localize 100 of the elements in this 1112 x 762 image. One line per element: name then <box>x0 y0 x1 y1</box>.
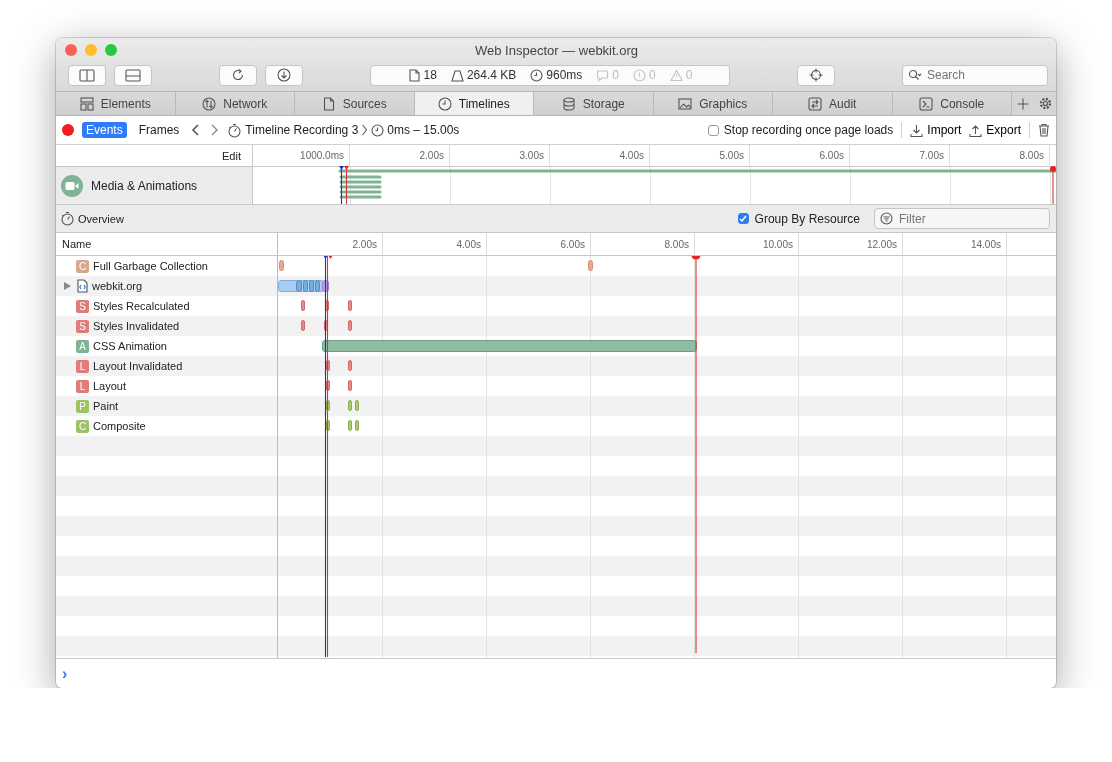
record-type-icon: L <box>76 359 89 373</box>
stopwatch-icon <box>227 122 243 138</box>
event-bar <box>326 380 330 391</box>
filter-icon <box>880 212 893 225</box>
tab[interactable]: Storage <box>534 92 654 115</box>
forward-icon[interactable] <box>209 123 220 137</box>
time-range[interactable]: 0ms – 15.00s <box>387 123 460 137</box>
event-bar <box>326 400 330 411</box>
reload-icon <box>231 68 245 82</box>
recording-name[interactable]: Timeline Recording 3 <box>245 123 359 137</box>
chevron-icon <box>361 123 369 137</box>
record-name[interactable]: Composite <box>93 420 146 432</box>
plus-icon[interactable] <box>1017 97 1029 110</box>
tab[interactable]: Audit <box>773 92 893 115</box>
dashboard-count: 0 <box>649 68 656 82</box>
tick-label: 3.00s <box>453 145 550 166</box>
console-prompt[interactable]: › <box>62 664 68 683</box>
record-name[interactable]: Styles Recalculated <box>93 300 190 312</box>
event-bar <box>355 420 359 431</box>
checkbox[interactable] <box>707 124 719 136</box>
tick-label: 2.00s <box>353 145 450 166</box>
event-bar <box>279 260 284 271</box>
close-button[interactable] <box>65 44 77 56</box>
time-marker-drawing <box>338 166 350 204</box>
event-bar <box>324 320 328 331</box>
filter-field[interactable]: Filter <box>874 208 1050 229</box>
mode-tab[interactable]: Frames <box>134 122 184 138</box>
inspect-button[interactable] <box>797 64 835 86</box>
import-icon <box>910 123 924 137</box>
tab[interactable]: Console <box>892 92 1012 115</box>
column-header[interactable]: Name <box>56 233 278 255</box>
zoom-button[interactable] <box>105 44 117 56</box>
reload-button[interactable] <box>219 64 257 86</box>
record-name[interactable]: Full Garbage Collection <box>93 260 208 272</box>
record-type-icon: P <box>76 399 89 413</box>
dock-side-button[interactable] <box>68 64 106 86</box>
tab[interactable]: Elements <box>56 92 176 115</box>
section-title: Overview <box>78 212 124 225</box>
event-bar <box>355 400 359 411</box>
record-name[interactable]: Styles Invalidated <box>93 320 180 332</box>
time-marker-drawing <box>1050 166 1056 204</box>
document-icon <box>321 96 336 111</box>
record-name[interactable]: CSS Animation <box>93 340 167 352</box>
checkbox-label: Group By Resource <box>754 211 860 226</box>
record-button[interactable] <box>62 124 74 136</box>
dashboard-count: 264.4 KB <box>466 68 517 82</box>
record-name[interactable]: Layout <box>93 380 127 392</box>
record-name[interactable]: webkit.org <box>92 280 143 292</box>
event-bar <box>348 320 352 331</box>
search-field[interactable]: Search <box>902 64 1048 86</box>
document-icon <box>407 68 421 82</box>
arrows-icon <box>808 96 823 111</box>
event-bar <box>348 400 352 411</box>
dashboard-count: 0 <box>685 68 693 82</box>
record-name[interactable]: Paint <box>93 400 119 412</box>
event-bar <box>588 260 593 271</box>
dashboard-count: 960ms <box>546 68 583 82</box>
event-bar <box>348 300 352 311</box>
dashboard-count: 0 <box>612 68 620 82</box>
warning-icon <box>669 68 683 82</box>
crosshair-icon <box>809 68 823 82</box>
tick-label: 8.00s <box>953 145 1050 166</box>
panel-icon <box>125 68 141 82</box>
import-button[interactable]: Import <box>910 123 962 137</box>
dashboard-count: 18 <box>423 68 437 82</box>
tick-label: 2.00s <box>278 233 383 255</box>
back-icon[interactable] <box>191 123 202 137</box>
tick-label: 5.00s <box>653 145 750 166</box>
settings-icon[interactable] <box>1038 97 1052 110</box>
event-bar <box>301 300 305 311</box>
clock-icon <box>437 96 452 111</box>
tab[interactable]: Sources <box>295 92 415 115</box>
checkbox[interactable] <box>737 213 749 224</box>
checkbox-label: Stop recording once page loads <box>723 123 894 137</box>
mode-tab[interactable]: Events <box>82 122 127 138</box>
record-type-icon: C <box>76 419 89 433</box>
tick-label: 6.00s <box>753 145 850 166</box>
layout-icon <box>79 96 94 111</box>
export-button[interactable]: Export <box>969 123 1021 137</box>
record-name[interactable]: Layout Invalidated <box>93 360 183 372</box>
clock-icon <box>371 123 385 137</box>
image-icon <box>678 96 693 111</box>
tab[interactable]: Timelines <box>414 92 534 115</box>
tick-label: 4.00s <box>553 145 650 166</box>
tab[interactable]: Graphics <box>653 92 773 115</box>
error-icon <box>633 68 647 82</box>
checkmark-icon <box>739 214 748 223</box>
search-icon <box>908 68 922 81</box>
download-button[interactable] <box>265 64 303 86</box>
tick-label: 7.00s <box>853 145 950 166</box>
trash-icon[interactable] <box>1038 123 1050 137</box>
dock-bottom-button[interactable] <box>114 64 152 86</box>
window-title: Web Inspector — webkit.org <box>473 42 640 58</box>
event-bar <box>326 360 330 371</box>
clock-icon <box>530 68 544 82</box>
tab[interactable]: Network <box>175 92 295 115</box>
terminal-icon <box>919 96 934 111</box>
edit-button[interactable]: Edit <box>56 145 253 166</box>
event-bar <box>326 420 330 431</box>
event-bar <box>348 380 352 391</box>
